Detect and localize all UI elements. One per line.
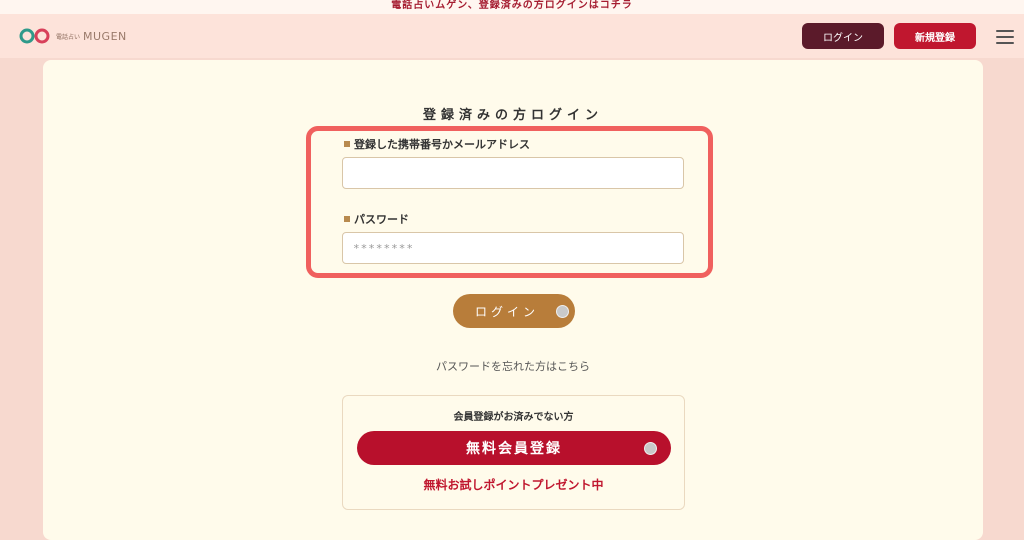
identifier-label: 登録した携帯番号かメールアドレス (344, 136, 530, 152)
hamburger-menu-icon[interactable] (996, 30, 1014, 44)
label-square-icon (344, 141, 350, 147)
password-input[interactable]: ******** (342, 232, 684, 264)
register-box: 会員登録がお済みでない方 無料会員登録 無料お試しポイントプレゼント中 (342, 395, 685, 510)
login-card: 登録済みの方ログイン 登録した携帯番号かメールアドレス パスワード ******… (43, 60, 983, 540)
header-register-button[interactable]: 新規登録 (894, 23, 976, 49)
promo-text[interactable]: 無料お試しポイントプレゼント中 (343, 476, 684, 493)
arrow-circle-icon (644, 442, 657, 455)
page-title: 登録済みの方ログイン (422, 108, 603, 123)
identifier-label-text: 登録した携帯番号かメールアドレス (354, 138, 530, 151)
top-banner[interactable]: 電話占いムゲン、登録済みの方ログインはコチラ (0, 0, 1024, 14)
site-header: 電話占い MUGEN ログイン 新規登録 (0, 14, 1024, 58)
identifier-input[interactable] (342, 157, 684, 189)
arrow-circle-icon (556, 305, 569, 318)
login-submit-button[interactable]: ログイン (453, 294, 575, 328)
logo-text: MUGEN (83, 29, 127, 43)
header-login-button[interactable]: ログイン (802, 23, 884, 49)
label-square-icon (344, 216, 350, 222)
logo-small-text: 電話占い (56, 33, 81, 41)
free-register-label: 無料会員登録 (466, 441, 562, 457)
forgot-password-link[interactable]: パスワードを忘れた方はこちら (43, 358, 983, 374)
free-register-button[interactable]: 無料会員登録 (357, 431, 671, 465)
login-submit-label: ログイン (474, 304, 539, 319)
password-label-text: パスワード (354, 213, 409, 226)
infinity-logo-icon (19, 28, 50, 44)
site-logo[interactable]: 電話占い MUGEN (18, 26, 127, 46)
password-label: パスワード (344, 211, 409, 227)
register-question: 会員登録がお済みでない方 (453, 412, 574, 423)
